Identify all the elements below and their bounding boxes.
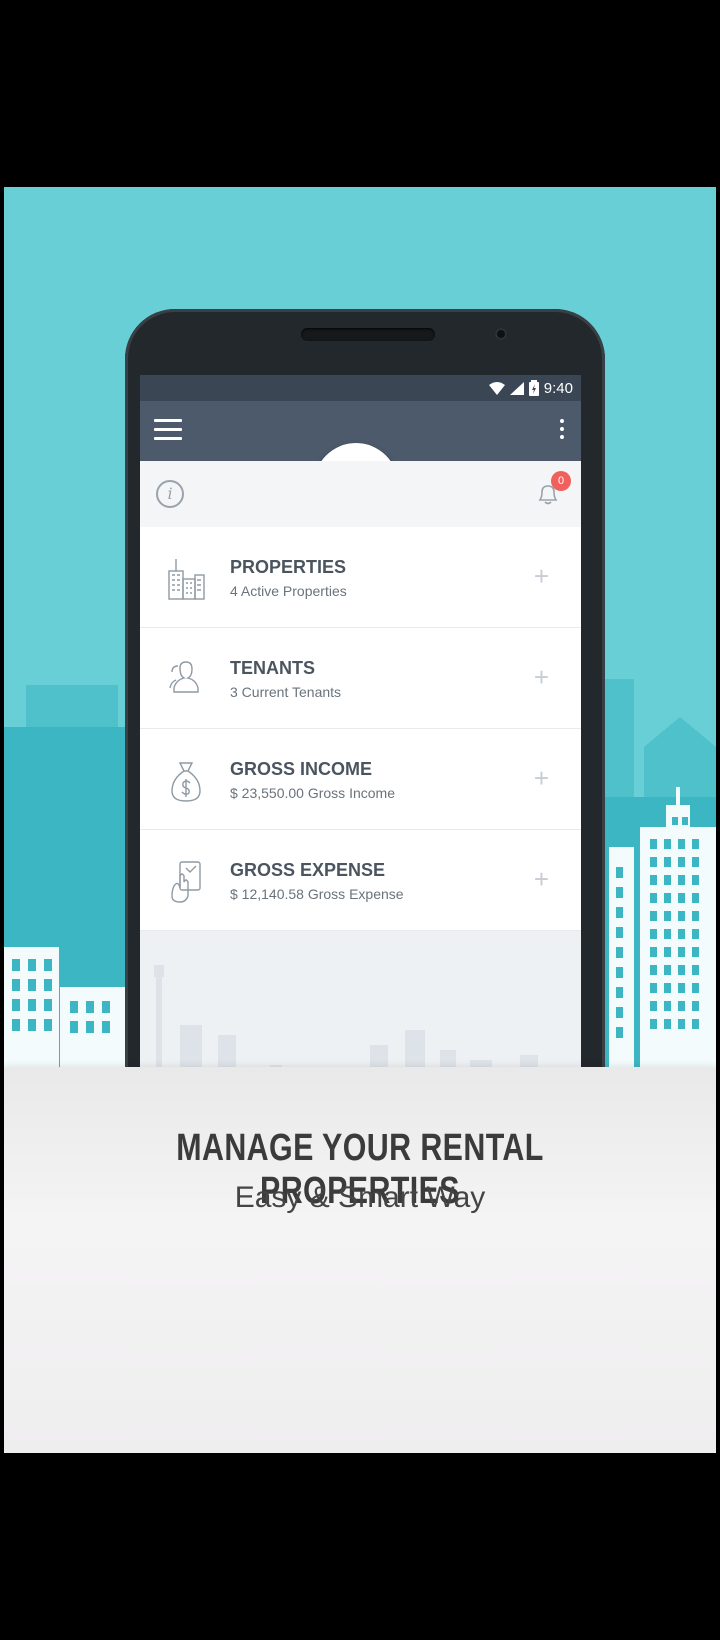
list-item-properties[interactable]: PROPERTIES 4 Active Properties +: [140, 527, 581, 628]
buildings-icon: [168, 559, 205, 600]
signal-icon: [509, 381, 524, 395]
row-title: TENANTS: [230, 658, 315, 678]
promo-banner: 9:40 i 0 PROPERTIES 4 Active Properties …: [4, 187, 716, 1453]
list-item-gross-expense[interactable]: GROSS EXPENSE $ 12,140.58 Gross Expense …: [140, 830, 581, 931]
row-subtitle: $ 12,140.58 Gross Expense: [230, 886, 404, 902]
add-tenant-button[interactable]: +: [534, 662, 549, 693]
phone-camera: [495, 328, 507, 340]
row-title: GROSS INCOME: [230, 759, 373, 779]
row-subtitle: $ 23,550.00 Gross Income: [230, 785, 395, 801]
add-property-button[interactable]: +: [534, 561, 549, 592]
row-subtitle: 3 Current Tenants: [230, 684, 342, 700]
info-icon[interactable]: i: [156, 480, 184, 508]
status-bar: 9:40: [140, 375, 581, 401]
expense-hand-icon: [171, 861, 201, 903]
promo-tagline: Easy & Smart Way: [234, 1181, 486, 1214]
promo-caption: MANAGE YOUR RENTAL PROPERTIES Easy & Sma…: [4, 1067, 716, 1453]
row-title: PROPERTIES: [230, 557, 347, 577]
list-item-gross-income[interactable]: GROSS INCOME $ 23,550.00 Gross Income +: [140, 729, 581, 830]
add-income-button[interactable]: +: [534, 763, 549, 794]
battery-icon: [528, 380, 539, 396]
app-screen: 9:40 i 0 PROPERTIES 4 Active Properties …: [140, 375, 581, 1135]
add-expense-button[interactable]: +: [534, 864, 549, 895]
row-title: GROSS EXPENSE: [230, 860, 386, 880]
app-toolbar: [140, 401, 581, 527]
phone-speaker: [301, 328, 435, 341]
phone-mockup: 9:40 i 0 PROPERTIES 4 Active Properties …: [125, 309, 605, 1135]
notification-badge: 0: [551, 471, 571, 491]
row-subtitle: 4 Active Properties: [230, 583, 347, 599]
wifi-icon: [488, 381, 505, 395]
list-item-tenants[interactable]: TENANTS 3 Current Tenants +: [140, 628, 581, 729]
money-bag-icon: [171, 762, 201, 802]
more-options-icon[interactable]: [557, 419, 567, 445]
tenants-icon: [169, 661, 199, 693]
hamburger-menu-icon[interactable]: [154, 419, 182, 443]
sub-toolbar: i 0: [140, 461, 581, 527]
status-time: 9:40: [543, 379, 573, 397]
